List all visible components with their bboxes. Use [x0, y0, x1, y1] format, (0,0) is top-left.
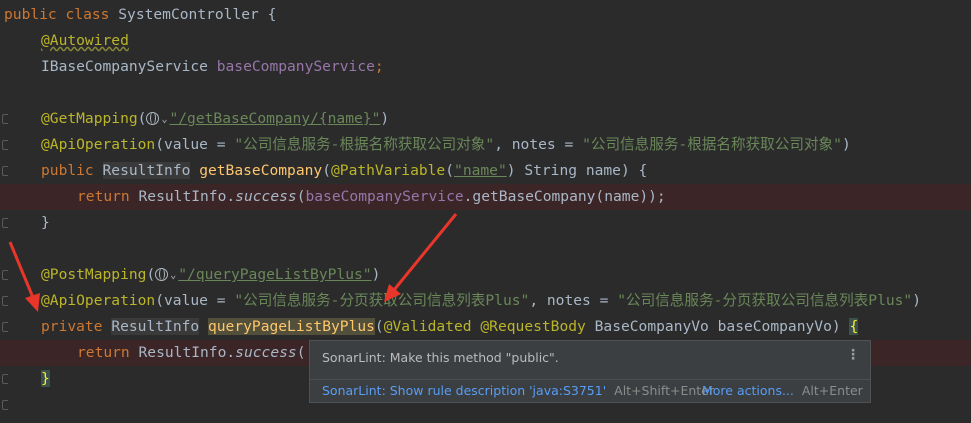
code-line-2: @Autowired: [0, 28, 971, 54]
code-line-13: private ResultInfo queryPageListByPlus(@…: [0, 314, 971, 340]
semicolon: ;: [374, 58, 384, 75]
notes-key: , notes =: [529, 292, 618, 309]
value-string: "公司信息服务-分页获取公司信息列表Plus": [234, 292, 530, 309]
more-options-icon[interactable]: ⋮: [846, 347, 860, 363]
get-mapping-annotation: @GetMapping: [41, 110, 138, 127]
paren-close: ): [380, 110, 390, 127]
fold-marker[interactable]: [2, 140, 8, 150]
class-name: SystemController: [118, 6, 259, 23]
result-info-class: ResultInfo.: [138, 188, 236, 205]
open-brace: {: [267, 6, 277, 23]
fold-marker[interactable]: [2, 166, 8, 176]
result-info-class: ResultInfo.: [138, 344, 236, 361]
keyword-public: public: [4, 6, 57, 23]
close-brace: }: [41, 214, 50, 231]
post-mapping-path[interactable]: "/queryPageListByPlus": [178, 266, 371, 283]
call-rest: .getBaseCompany(name));: [463, 188, 666, 205]
code-line-3: IBaseCompanyService baseCompanyService;: [0, 54, 971, 80]
popup-actions: SonarLint: Show rule description 'java:S…: [322, 383, 863, 401]
return-type: ResultInfo: [102, 162, 191, 179]
sonarlint-popup: SonarLint: Make this method "public". ⋮ …: [309, 340, 871, 403]
paren-open: (: [137, 110, 147, 127]
code-line-6: @ApiOperation(value = "公司信息服务-根据名称获取公司对象…: [0, 132, 971, 158]
success-method: success: [235, 344, 297, 361]
show-rule-shortcut: Alt+Shift+Enter: [614, 383, 714, 398]
fold-marker[interactable]: [2, 374, 8, 384]
code-line-8: return ResultInfo.success(baseCompanySer…: [0, 184, 971, 210]
fold-marker[interactable]: [2, 322, 8, 332]
path-variable-name: "name": [454, 162, 507, 179]
web-globe-icon[interactable]: [146, 112, 160, 125]
path-variable-annotation: @PathVariable: [331, 162, 446, 179]
keyword-return: return: [77, 344, 130, 361]
method-name: getBaseCompany: [199, 162, 323, 179]
validated-annotation: @Validated: [383, 318, 472, 335]
keyword-private: private: [41, 318, 103, 335]
paren-close: ): [841, 136, 851, 153]
value-string: "公司信息服务-根据名称获取公司对象": [234, 136, 495, 153]
service-field: baseCompanyService: [216, 58, 375, 75]
post-mapping-annotation: @PostMapping: [41, 266, 147, 283]
close-brace-highlight: }: [41, 370, 50, 387]
fold-marker[interactable]: [2, 270, 8, 280]
paren-open: (: [445, 162, 455, 179]
service-field-ref: baseCompanyService: [305, 188, 464, 205]
notes-key: , notes =: [494, 136, 583, 153]
code-line-12: @ApiOperation(value = "公司信息服务-分页获取公司信息列表…: [0, 288, 971, 314]
fold-marker[interactable]: [2, 400, 8, 410]
code-line-11: @PostMapping( ⌄ "/queryPageListByPlus"): [0, 262, 971, 288]
api-operation-annotation: @ApiOperation: [41, 292, 156, 309]
paren-open: (: [296, 344, 306, 361]
more-actions-shortcut: Alt+Enter: [801, 383, 863, 398]
request-body-annotation: @RequestBody: [480, 318, 586, 335]
method-name-warning[interactable]: queryPageListByPlus: [207, 318, 375, 335]
popup-message: SonarLint: Make this method "public".: [322, 350, 559, 365]
keyword-class: class: [65, 6, 110, 23]
paren-open: (: [146, 266, 156, 283]
fold-marker[interactable]: [2, 114, 8, 124]
paren-open: (: [374, 318, 384, 335]
value-key: (value =: [155, 136, 235, 153]
paren-close: ): [912, 292, 922, 309]
success-method: success: [235, 188, 297, 205]
api-operation-annotation: @ApiOperation: [41, 136, 156, 153]
autowired-annotation: @Autowired: [41, 32, 129, 49]
service-type: IBaseCompanyService: [41, 58, 208, 75]
paren-close: ): [371, 266, 381, 283]
show-rule-description-link[interactable]: SonarLint: Show rule description 'java:S…: [322, 383, 606, 398]
popup-divider: [310, 379, 870, 380]
fold-marker[interactable]: [2, 218, 8, 228]
paren-open: (: [322, 162, 331, 179]
open-brace-highlight: {: [849, 318, 859, 335]
fold-marker[interactable]: [2, 296, 8, 306]
notes-string: "公司信息服务-分页获取公司信息列表Plus": [617, 292, 913, 309]
value-key: (value =: [155, 292, 235, 309]
get-mapping-path[interactable]: "/getBaseCompany/{name}": [169, 110, 380, 127]
more-actions-link[interactable]: More actions...: [702, 383, 794, 398]
params-rest: ) String name) {: [506, 162, 648, 179]
code-line-9: }: [0, 210, 971, 236]
params-rest: BaseCompanyVo baseCompanyVo): [594, 318, 850, 335]
code-line-1: public class SystemController {: [0, 2, 971, 28]
return-type: ResultInfo: [111, 318, 200, 335]
chevron-down-icon[interactable]: ⌄: [170, 263, 176, 289]
code-line-5: @GetMapping( ⌄ "/getBaseCompany/{name}"): [0, 106, 971, 132]
keyword-public: public: [41, 162, 94, 179]
keyword-return: return: [77, 188, 130, 205]
notes-string: "公司信息服务-根据名称获取公司对象": [582, 136, 842, 153]
web-globe-icon[interactable]: [155, 268, 169, 281]
code-line-7: public ResultInfo getBaseCompany(@PathVa…: [0, 158, 971, 184]
chevron-down-icon[interactable]: ⌄: [161, 107, 167, 133]
